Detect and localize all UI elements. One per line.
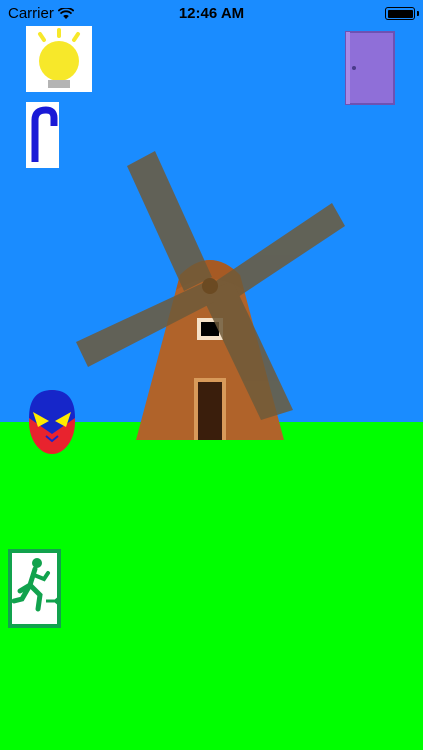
cane-button[interactable]: [26, 102, 59, 168]
door-button[interactable]: [344, 30, 396, 106]
exit-button[interactable]: [8, 549, 61, 628]
exit-sign-icon: [8, 549, 61, 628]
battery-icon: [385, 7, 415, 20]
lightbulb-button[interactable]: [26, 26, 92, 92]
status-bar: Carrier 12:46 AM: [0, 0, 423, 28]
masked-egg-character[interactable]: [29, 390, 75, 454]
lightbulb-icon: [38, 28, 80, 88]
windmill-hub: [202, 278, 218, 294]
clock: 12:46 AM: [178, 5, 245, 22]
grass: [0, 422, 423, 750]
game-scene: [0, 0, 423, 750]
battery-fill: [387, 9, 413, 18]
door-icon: [345, 31, 395, 105]
cane-icon: [31, 106, 58, 162]
